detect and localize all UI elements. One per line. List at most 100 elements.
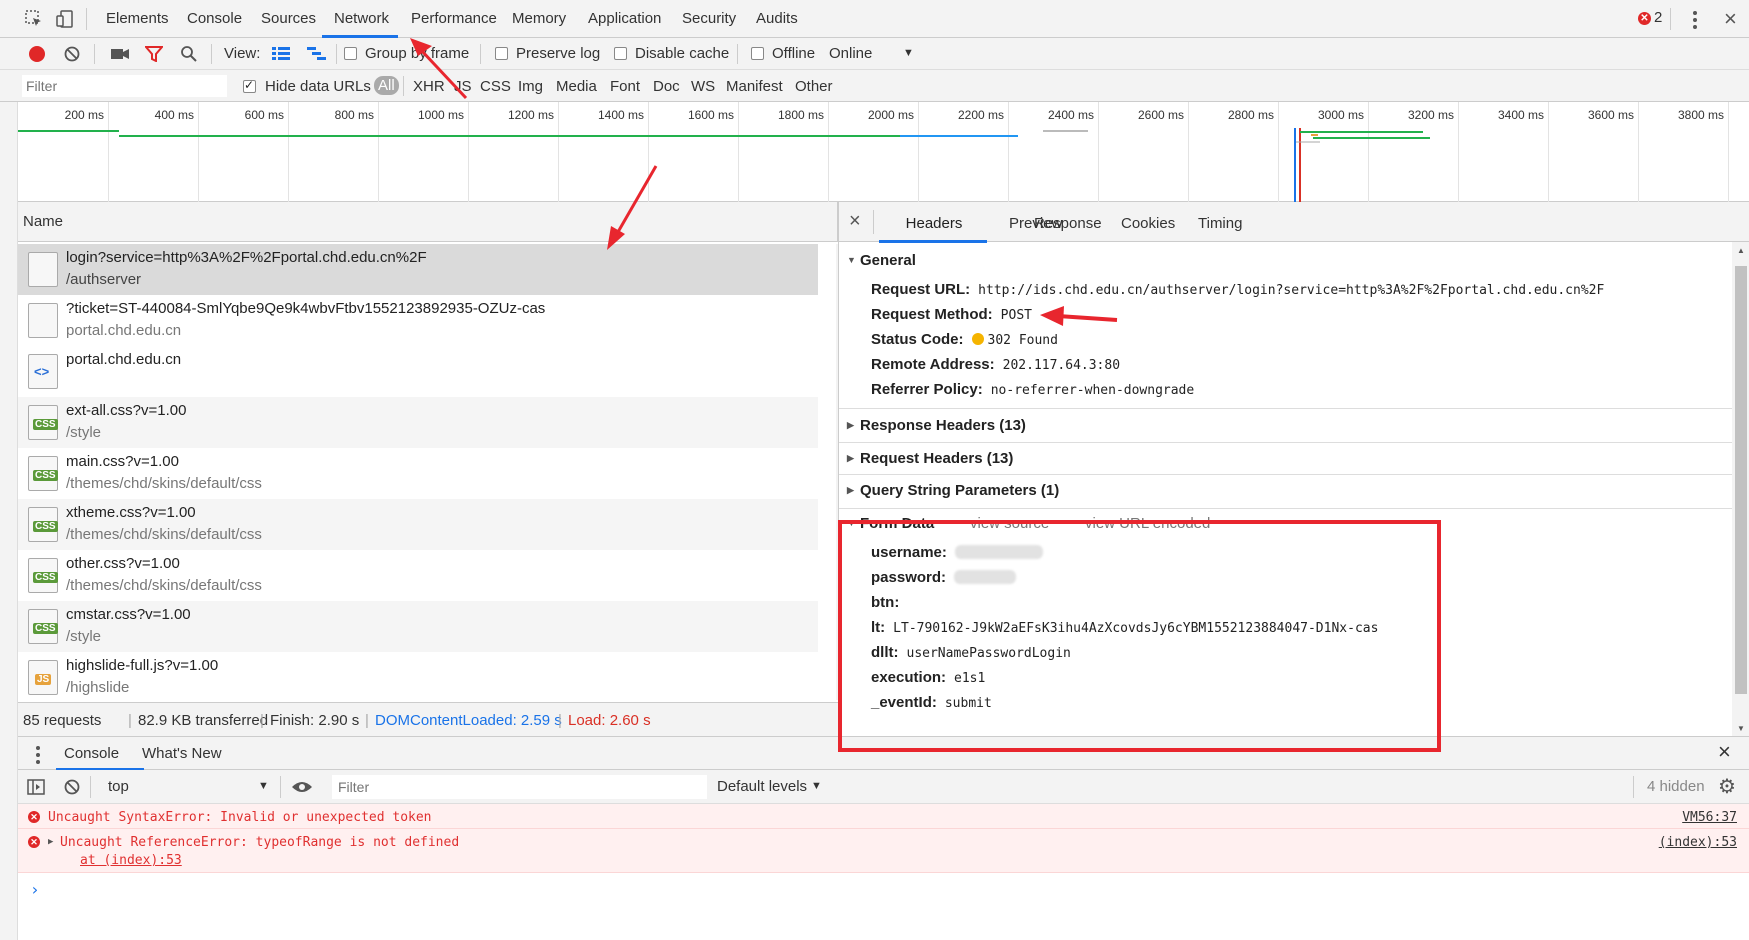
tab-network[interactable]: Network	[334, 10, 389, 27]
request-row[interactable]: login?service=http%3A%2F%2Fportal.chd.ed…	[18, 244, 818, 295]
scroll-up-icon[interactable]: ▲	[1737, 246, 1745, 255]
close-drawer-icon[interactable]: ×	[1718, 739, 1731, 765]
clear-console-icon[interactable]	[64, 779, 80, 795]
expand-triangle-icon[interactable]: ▶	[48, 837, 53, 847]
waterfall-overview-icon[interactable]	[307, 47, 327, 61]
tab-timing[interactable]: Timing	[1198, 215, 1242, 232]
clear-icon[interactable]	[64, 46, 80, 62]
request-headers-section[interactable]: ▶ Request Headers (13)	[847, 450, 1013, 467]
view-url-encoded-link[interactable]: view URL encoded	[1085, 515, 1210, 532]
hide-data-urls-label: Hide data URLs	[265, 78, 371, 95]
tab-memory[interactable]: Memory	[512, 10, 566, 27]
load-time: Load: 2.60 s	[568, 712, 651, 729]
filter-type-font[interactable]: Font	[610, 78, 640, 95]
general-section-header[interactable]: ▼ General	[847, 252, 916, 269]
timeline-overview[interactable]: 200 ms 400 ms 600 ms 800 ms 1000 ms 1200 ms 14…	[18, 102, 1749, 202]
search-icon[interactable]	[180, 45, 198, 63]
preserve-log-checkbox[interactable]	[495, 47, 508, 60]
error-text: Uncaught ReferenceError: typeofRange is …	[60, 835, 460, 850]
tab-audits[interactable]: Audits	[756, 10, 798, 27]
console-error-message[interactable]: ✕ Uncaught SyntaxError: Invalid or unexp…	[18, 804, 1749, 829]
tab-application[interactable]: Application	[588, 10, 661, 27]
disable-cache-checkbox[interactable]	[614, 47, 627, 60]
filter-type-css[interactable]: CSS	[480, 78, 511, 95]
more-options-icon[interactable]	[1693, 11, 1697, 32]
device-toolbar-icon[interactable]	[55, 9, 75, 29]
divider	[839, 442, 1734, 443]
offline-checkbox[interactable]	[751, 47, 764, 60]
chevron-down-icon[interactable]: ▼	[903, 47, 914, 59]
close-devtools-icon[interactable]: ×	[1724, 6, 1737, 32]
console-error-message[interactable]: ✕ ▶ Uncaught ReferenceError: typeofRange…	[18, 829, 1749, 873]
details-scrollbar[interactable]: ▲ ▼	[1732, 242, 1749, 736]
drawer-menu-icon[interactable]	[36, 746, 40, 767]
response-headers-section[interactable]: ▶ Response Headers (13)	[847, 417, 1026, 434]
error-stack-trace[interactable]: at (index):53	[80, 853, 182, 868]
error-source-link[interactable]: VM56:37	[1682, 810, 1737, 825]
scroll-down-icon[interactable]: ▼	[1737, 724, 1745, 733]
left-gutter	[0, 102, 18, 940]
query-string-section[interactable]: ▶ Query String Parameters (1)	[847, 482, 1059, 499]
filter-type-manifest[interactable]: Manifest	[726, 78, 783, 95]
status-dot-icon	[971, 333, 984, 345]
preserve-log-label: Preserve log	[516, 45, 601, 62]
request-row[interactable]: CSS other.css?v=1.00 /themes/chd/skins/d…	[18, 550, 818, 601]
divider	[480, 44, 481, 64]
tab-performance[interactable]: Performance	[411, 10, 497, 27]
tab-headers[interactable]: Headers	[881, 215, 987, 232]
request-row[interactable]: CSS cmstar.css?v=1.00 /style	[18, 601, 818, 652]
divider	[1670, 8, 1671, 30]
tab-console[interactable]: Console	[187, 10, 242, 27]
request-row[interactable]: CSS ext-all.css?v=1.00 /style	[18, 397, 818, 448]
console-sidebar-icon[interactable]	[27, 779, 45, 795]
request-name: ext-all.css?v=1.00	[66, 402, 187, 419]
large-rows-icon[interactable]	[272, 47, 290, 61]
hide-data-urls-checkbox[interactable]	[243, 78, 256, 93]
request-row[interactable]: <> portal.chd.edu.cn	[18, 346, 818, 397]
tab-cookies[interactable]: Cookies	[1121, 215, 1175, 232]
tab-response[interactable]: Response	[1034, 215, 1102, 232]
filter-type-xhr[interactable]: XHR	[413, 78, 445, 95]
request-row[interactable]: CSS main.css?v=1.00 /themes/chd/skins/de…	[18, 448, 818, 499]
record-icon[interactable]	[29, 46, 45, 62]
drawer-tab-whats-new[interactable]: What's New	[142, 745, 222, 762]
expanded-triangle-icon: ▼	[847, 518, 856, 528]
filter-type-js[interactable]: JS	[454, 78, 472, 95]
scrollbar-thumb[interactable]	[1735, 266, 1747, 694]
error-source-link[interactable]: (index):53	[1659, 835, 1737, 850]
tab-elements[interactable]: Elements	[106, 10, 169, 27]
request-name: login?service=http%3A%2F%2Fportal.chd.ed…	[66, 249, 427, 266]
group-by-frame-checkbox[interactable]	[344, 47, 357, 60]
inspect-element-icon[interactable]	[24, 9, 44, 29]
filter-type-doc[interactable]: Doc	[653, 78, 680, 95]
tab-security[interactable]: Security	[682, 10, 736, 27]
request-row[interactable]: JS highslide-full.js?v=1.00 /highslide	[18, 652, 818, 702]
filter-type-all[interactable]: All	[374, 76, 399, 95]
error-count-badge[interactable]: ✕ 2	[1638, 9, 1662, 26]
chevron-down-icon[interactable]: ▼	[811, 780, 822, 792]
drawer-tab-console[interactable]: Console	[64, 745, 119, 762]
chevron-down-icon[interactable]: ▼	[258, 780, 269, 792]
filter-input[interactable]	[22, 75, 227, 97]
execution-context-select[interactable]: top	[108, 778, 129, 795]
filter-type-media[interactable]: Media	[556, 78, 597, 95]
filter-type-ws[interactable]: WS	[691, 78, 715, 95]
live-expression-eye-icon[interactable]	[291, 780, 313, 794]
form-data-section-header[interactable]: ▼ Form Data	[847, 515, 934, 532]
view-source-link[interactable]: view source	[970, 515, 1049, 532]
filter-type-other[interactable]: Other	[795, 78, 833, 95]
request-row[interactable]: ?ticket=ST-440084-SmlYqbe9Qe9k4wbvFtbv15…	[18, 295, 818, 346]
console-prompt-icon[interactable]: ›	[30, 880, 40, 899]
close-details-icon[interactable]: ×	[849, 210, 861, 233]
screenshot-camera-icon[interactable]	[110, 46, 130, 62]
log-levels-select[interactable]: Default levels	[717, 778, 807, 795]
filter-type-img[interactable]: Img	[518, 78, 543, 95]
console-settings-gear-icon[interactable]: ⚙	[1718, 774, 1736, 799]
tab-sources[interactable]: Sources	[261, 10, 316, 27]
transferred-size: 82.9 KB transferred	[138, 712, 269, 729]
request-row[interactable]: CSS xtheme.css?v=1.00 /themes/chd/skins/…	[18, 499, 818, 550]
filter-icon[interactable]	[145, 46, 163, 62]
throttling-select[interactable]: Online	[829, 45, 872, 62]
name-column-header[interactable]: Name	[18, 202, 838, 242]
console-filter-input[interactable]	[332, 775, 707, 799]
